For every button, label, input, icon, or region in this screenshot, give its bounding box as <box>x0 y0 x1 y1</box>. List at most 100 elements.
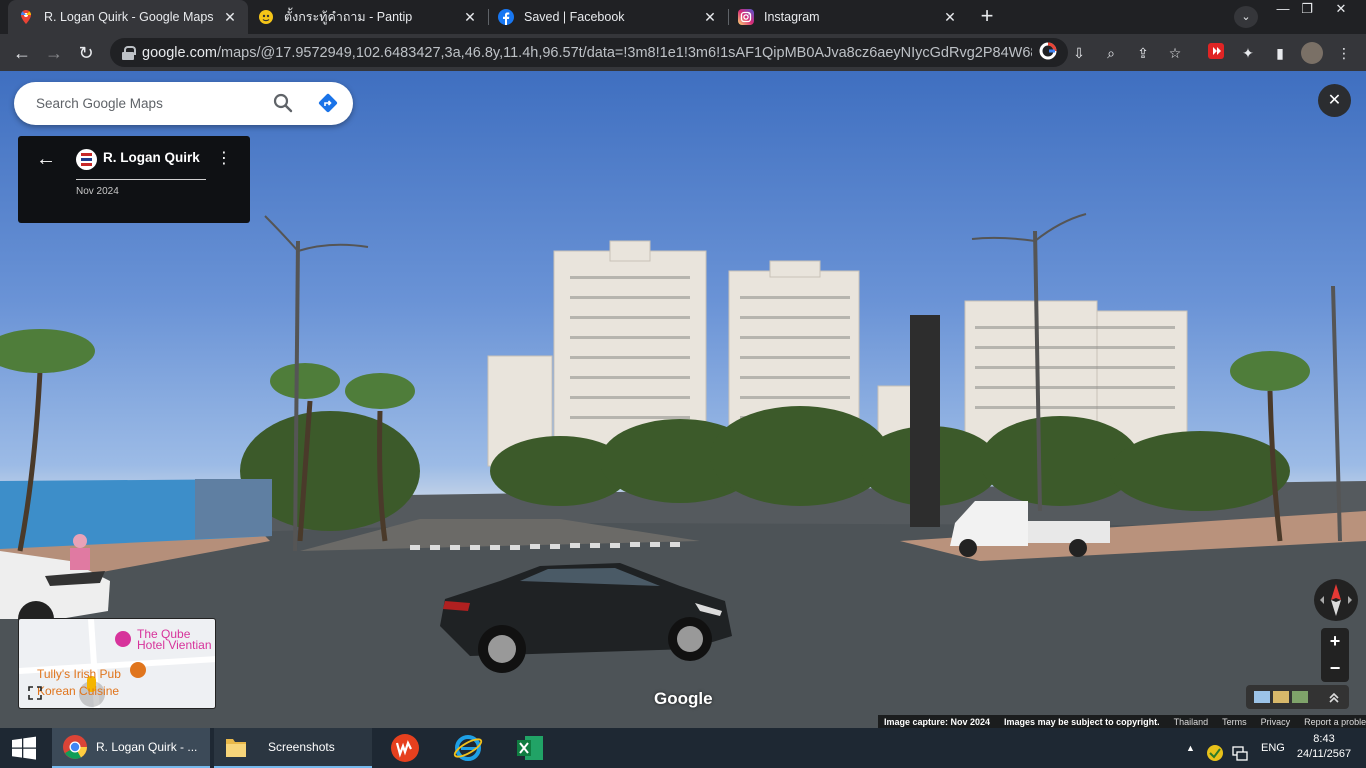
street-view-info-panel: ← R. Logan Quirk ⋮ Nov 2024 <box>18 136 250 223</box>
tab-title: ตั้งกระทู้คำถาม - Pantip <box>284 10 413 24</box>
divider <box>76 179 206 180</box>
tab-title: Saved | Facebook <box>524 10 625 24</box>
address-bar[interactable]: google.com/maps/@17.9572949,102.6483427,… <box>110 38 1068 67</box>
excel-icon <box>517 736 543 760</box>
minimap[interactable]: The Qube Hotel Vientian Tully's Irish Pu… <box>18 618 216 709</box>
folder-icon <box>226 739 246 757</box>
minimap-poi-pub[interactable]: Tully's Irish Pub <box>37 667 121 681</box>
clock-date: 24/11/2567 <box>1296 748 1352 760</box>
maps-footer: Image capture: Nov 2024 Images may be su… <box>878 715 1366 728</box>
window-close-button[interactable]: ✕ <box>1326 0 1356 18</box>
minimap-poi-hotel[interactable]: The Qube Hotel Vientian <box>137 628 215 651</box>
search-icon[interactable] <box>272 92 294 114</box>
tab-close-icon[interactable]: ✕ <box>942 9 958 25</box>
facebook-icon <box>498 9 514 25</box>
url-path: /maps/@17.9572949,102.6483427,3a,46.8y,1… <box>216 44 1032 61</box>
tab-instagram[interactable]: Instagram ✕ <box>728 0 968 34</box>
bar-pin-icon[interactable] <box>130 662 146 678</box>
taskbar-app-explorer[interactable]: Screenshots <box>214 728 372 768</box>
url-text[interactable]: google.com/maps/@17.9572949,102.6483427,… <box>142 45 1032 61</box>
expand-map-icon[interactable] <box>28 686 42 700</box>
taskbar-app-ie[interactable] <box>449 728 487 768</box>
tab-pantip[interactable]: ตั้งกระทู้คำถาม - Pantip ✕ <box>248 0 488 34</box>
thumbnail-photo[interactable] <box>1273 691 1289 703</box>
terms-link[interactable]: Terms <box>1222 717 1247 727</box>
tab-google-maps[interactable]: R. Logan Quirk - Google Maps ✕ <box>8 0 248 34</box>
profile-avatar[interactable] <box>1301 42 1323 64</box>
directions-icon[interactable] <box>317 92 339 114</box>
back-arrow-icon[interactable]: ← <box>11 42 33 64</box>
new-tab-button[interactable]: + <box>976 5 998 28</box>
start-button[interactable] <box>0 728 48 768</box>
tray-app-icon[interactable] <box>1206 739 1224 761</box>
maps-search-box[interactable] <box>14 82 353 125</box>
tab-close-icon[interactable]: ✕ <box>222 9 238 25</box>
country-link[interactable]: Thailand <box>1174 717 1209 727</box>
windows-logo-icon <box>12 736 36 760</box>
pantip-icon <box>259 10 273 24</box>
close-street-view-button[interactable]: ✕ <box>1318 84 1351 117</box>
taskbar-app-label: R. Logan Quirk - ... <box>96 740 198 754</box>
browser-tab-strip: R. Logan Quirk - Google Maps ✕ ตั้งกระทู… <box>0 0 1366 34</box>
taskbar-app-label: Screenshots <box>268 740 335 754</box>
compass-control[interactable] <box>1314 579 1358 621</box>
image-capture-text: Image capture: Nov 2024 <box>884 716 991 727</box>
google-lens-icon[interactable] <box>1038 42 1058 62</box>
share-icon[interactable]: ⇪ <box>1133 43 1153 63</box>
layers-thumbnails[interactable] <box>1246 685 1349 709</box>
forward-arrow-icon[interactable]: → <box>43 42 65 64</box>
zoom-out-button[interactable]: − <box>1321 655 1349 682</box>
url-domain: google.com <box>142 44 217 61</box>
input-language[interactable]: ENG <box>1261 728 1285 768</box>
instagram-icon <box>738 9 754 25</box>
google-watermark: Google <box>654 689 713 708</box>
tab-facebook[interactable]: Saved | Facebook ✕ <box>488 0 728 34</box>
zoom-control: + − <box>1321 628 1349 682</box>
compass-icon <box>1320 584 1352 616</box>
tab-title: Instagram <box>764 10 820 24</box>
wps-office-icon <box>391 734 419 762</box>
privacy-link[interactable]: Privacy <box>1261 717 1291 727</box>
restore-button[interactable]: ❐ <box>1292 0 1322 18</box>
maps-search-input[interactable] <box>36 96 266 111</box>
place-name[interactable]: R. Logan Quirk <box>103 150 200 165</box>
reload-icon[interactable]: ↻ <box>75 42 97 64</box>
network-icon[interactable] <box>1231 739 1249 761</box>
expand-chevron-icon[interactable] <box>1329 692 1339 703</box>
thumbnail-photo[interactable] <box>1292 691 1308 703</box>
tray-overflow-chevron-icon[interactable]: ▲ <box>1186 728 1195 768</box>
zoom-in-button[interactable]: + <box>1321 628 1349 655</box>
google-maps-icon <box>21 10 31 24</box>
contributor-avatar[interactable] <box>76 149 97 170</box>
tab-title: R. Logan Quirk - Google Maps <box>44 10 214 24</box>
tab-close-icon[interactable]: ✕ <box>702 9 718 25</box>
lock-icon[interactable] <box>122 45 136 60</box>
minimap-poi-korean[interactable]: Korean Cuisine <box>37 684 119 698</box>
taskbar-app-wps[interactable] <box>386 728 424 768</box>
side-panel-icon[interactable]: ▮ <box>1270 43 1290 63</box>
windows-taskbar: R. Logan Quirk - ... Screenshots ▲ ENG 8… <box>0 728 1366 768</box>
taskbar-app-excel[interactable] <box>511 728 549 768</box>
chrome-menu-kebab-icon[interactable]: ⋮ <box>1334 43 1354 63</box>
internet-explorer-icon <box>453 735 483 761</box>
bookmark-star-icon[interactable]: ☆ <box>1165 43 1185 63</box>
install-app-icon[interactable]: ⇩ <box>1069 43 1089 63</box>
back-arrow-icon[interactable]: ← <box>36 148 56 171</box>
system-clock[interactable]: 8:43 24/11/2567 <box>1294 732 1354 762</box>
tab-close-icon[interactable]: ✕ <box>462 9 478 25</box>
zoom-icon[interactable]: ⌕ <box>1101 43 1121 63</box>
taskbar-app-chrome[interactable]: R. Logan Quirk - ... <box>52 728 210 768</box>
street-view-viewport[interactable]: ← R. Logan Quirk ⋮ Nov 2024 ✕ + − <box>0 71 1366 728</box>
chrome-icon <box>63 735 88 759</box>
report-problem-link[interactable]: Report a problem <box>1304 717 1366 727</box>
hotel-pin-icon[interactable] <box>115 631 131 647</box>
thumbnail-street-view[interactable] <box>1254 691 1270 703</box>
copyright-text: Images may be subject to copyright. <box>1004 716 1160 727</box>
capture-date[interactable]: Nov 2024 <box>76 186 119 197</box>
extension-red-icon[interactable] <box>1206 43 1226 63</box>
more-options-kebab-icon[interactable]: ⋮ <box>216 148 232 168</box>
clock-time: 8:43 <box>1313 733 1335 745</box>
extensions-puzzle-icon[interactable]: ✦ <box>1238 43 1258 63</box>
tab-search-chevron-icon[interactable]: ⌄ <box>1234 6 1258 28</box>
browser-toolbar: ← → ↻ google.com/maps/@17.9572949,102.64… <box>0 34 1366 71</box>
